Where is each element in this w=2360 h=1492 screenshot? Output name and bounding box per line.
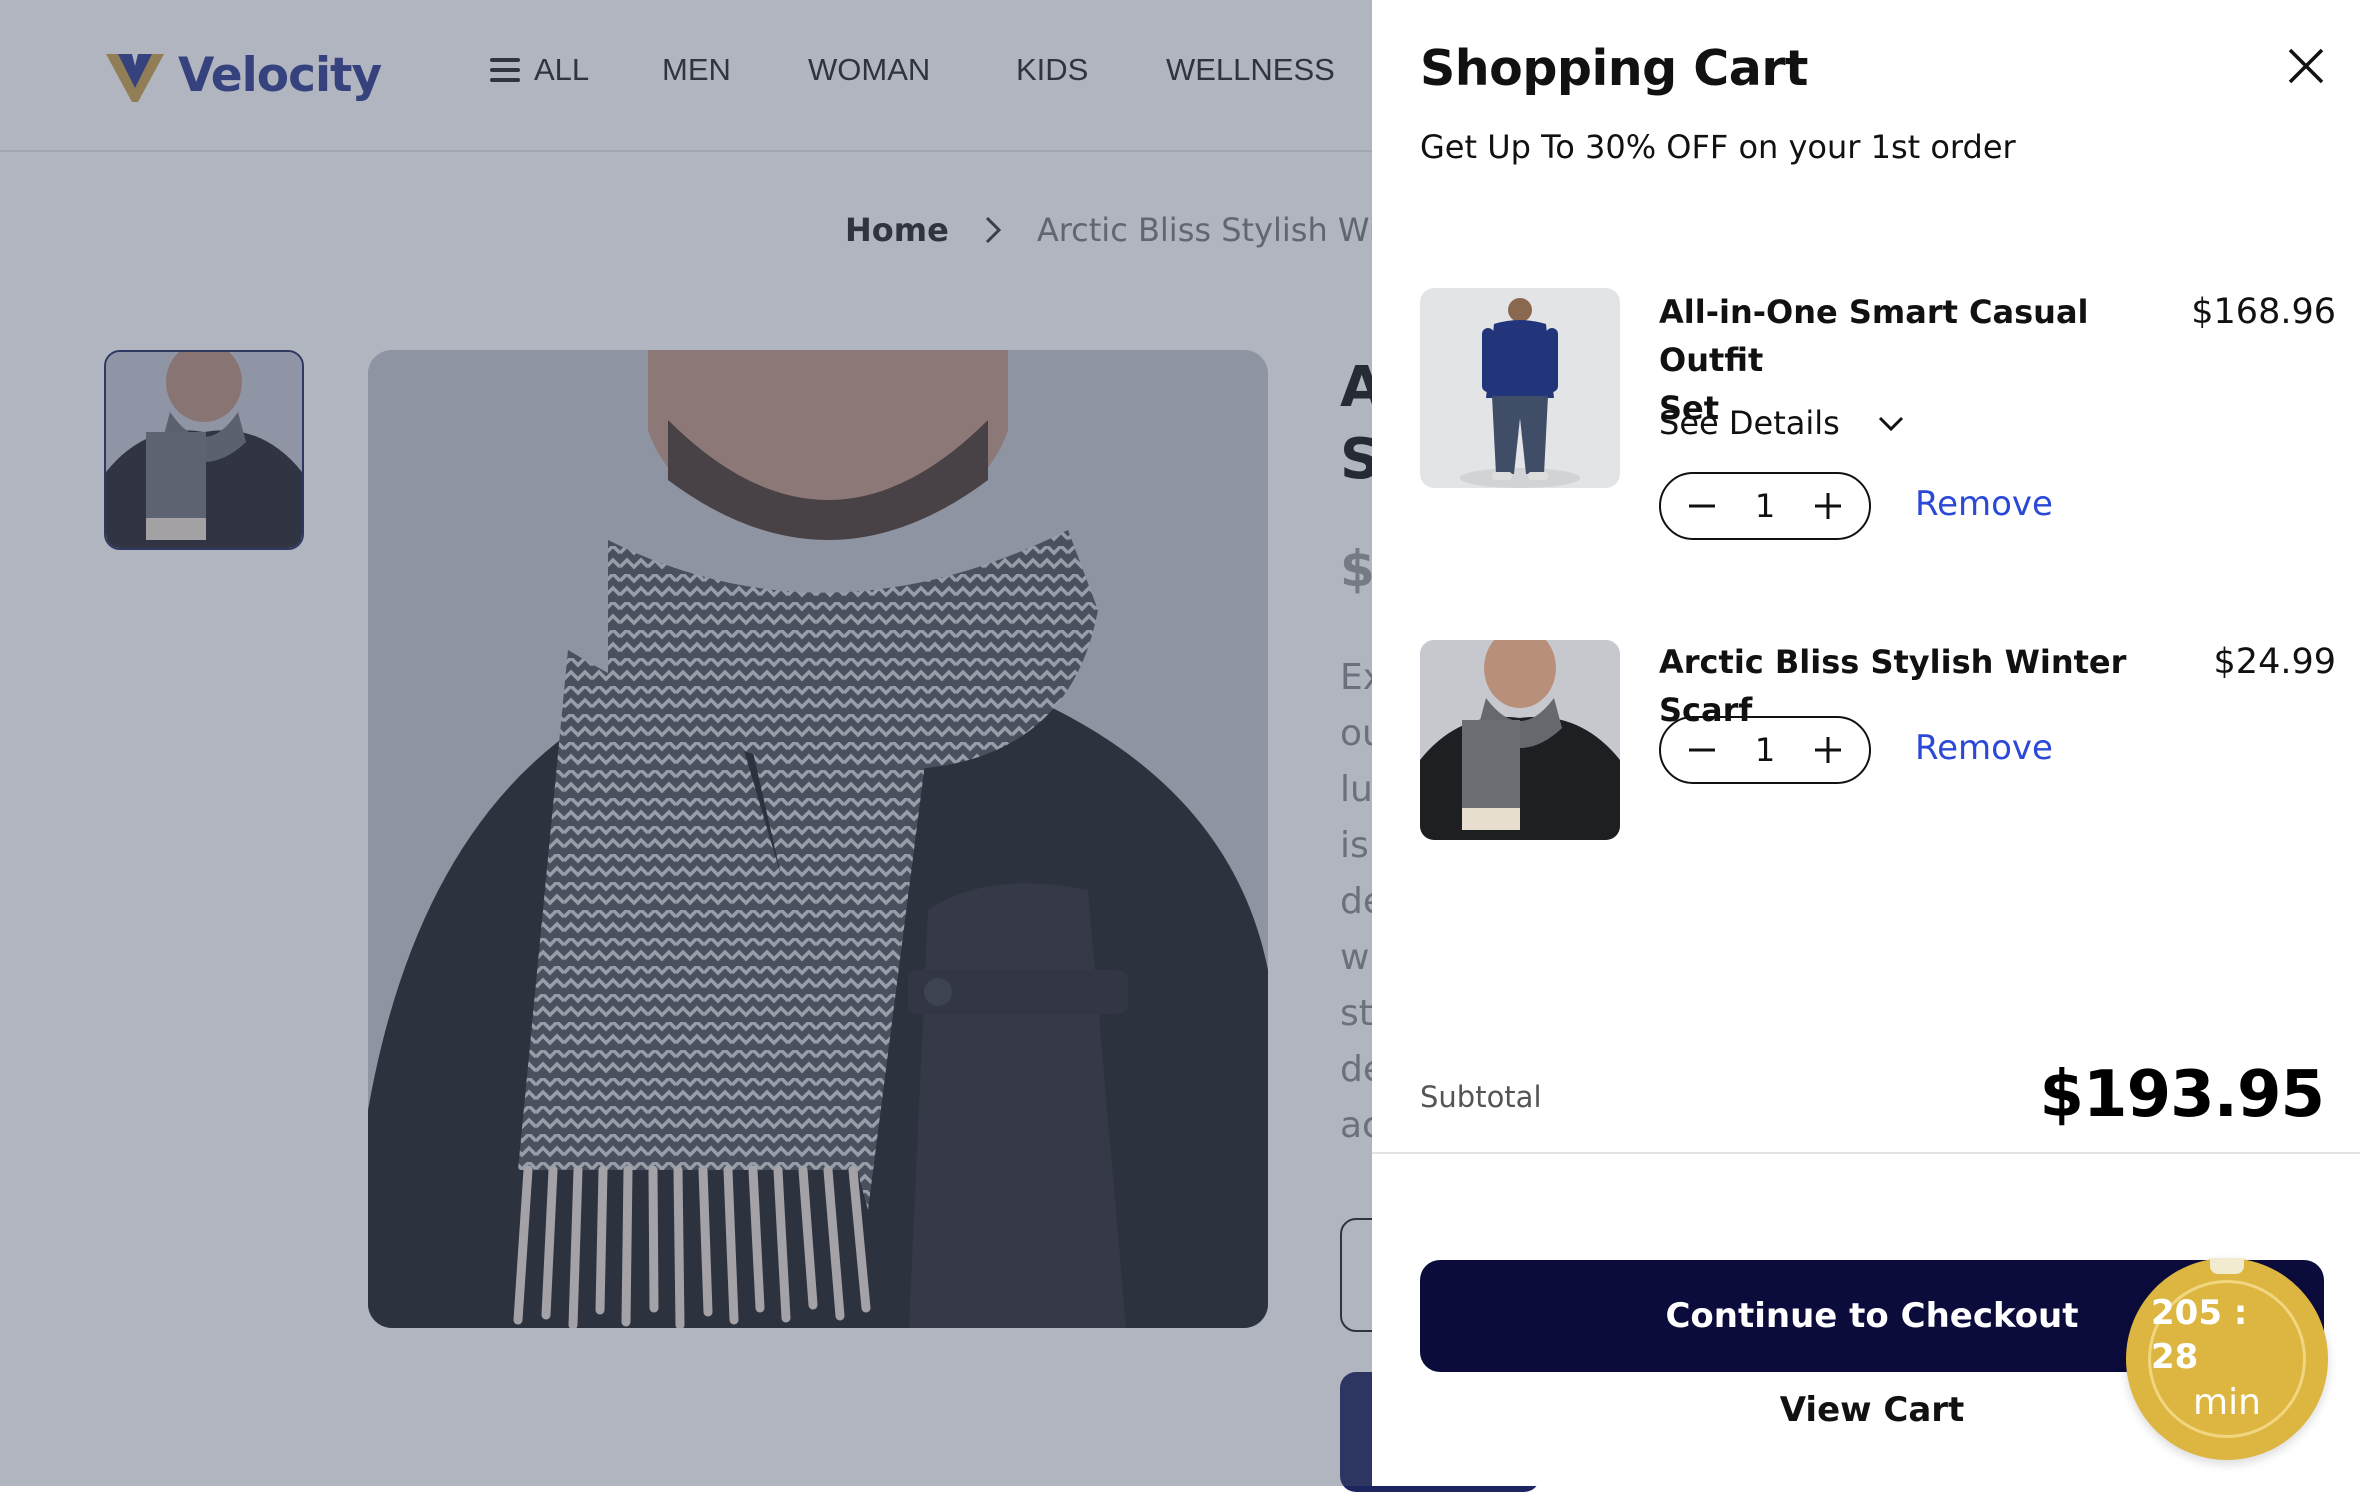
cart-item-image[interactable]: [1420, 288, 1620, 488]
see-details-label: See Details: [1659, 404, 1840, 442]
minus-icon[interactable]: [1685, 489, 1719, 523]
cart-item-price: $168.96: [2191, 292, 2336, 332]
timer-face: 205 : 28 min: [2148, 1280, 2306, 1438]
quantity-stepper: 1: [1659, 716, 1871, 784]
quantity-value: 1: [1754, 487, 1776, 525]
subtotal-value: $193.95: [2039, 1058, 2325, 1132]
quantity-stepper: 1: [1659, 472, 1871, 540]
see-details-toggle[interactable]: See Details: [1659, 404, 1908, 442]
chevron-down-icon: [1878, 416, 1903, 432]
scarf-image: [1420, 640, 1620, 840]
close-icon[interactable]: [2282, 42, 2330, 90]
subtotal-label: Subtotal: [1420, 1080, 1542, 1114]
remove-button[interactable]: Remove: [1915, 728, 2053, 768]
minus-icon[interactable]: [1685, 733, 1719, 767]
timer-progress-marker: [2210, 1258, 2244, 1274]
checkout-label: Continue to Checkout: [1665, 1296, 2079, 1336]
cart-item-image[interactable]: [1420, 640, 1620, 840]
promo-text: Get Up To 30% OFF on your 1st order: [1420, 128, 2016, 166]
timer-time: 205 : 28: [2151, 1293, 2248, 1377]
quantity-value: 1: [1754, 731, 1776, 769]
timer-unit: min: [2193, 1382, 2261, 1423]
countdown-timer-badge[interactable]: 205 : 28 min: [2126, 1258, 2328, 1460]
cart-title: Shopping Cart: [1420, 40, 1808, 97]
cart-item-name-line1: All-in-One Smart Casual Outfit: [1659, 293, 2089, 379]
divider: [1372, 1152, 2360, 1154]
plus-icon[interactable]: [1811, 733, 1845, 767]
modal-overlay[interactable]: [0, 0, 1372, 1486]
cart-item-price: $24.99: [2213, 642, 2336, 682]
plus-icon[interactable]: [1811, 489, 1845, 523]
remove-button[interactable]: Remove: [1915, 484, 2053, 524]
casual-outfit-image: [1420, 288, 1620, 488]
